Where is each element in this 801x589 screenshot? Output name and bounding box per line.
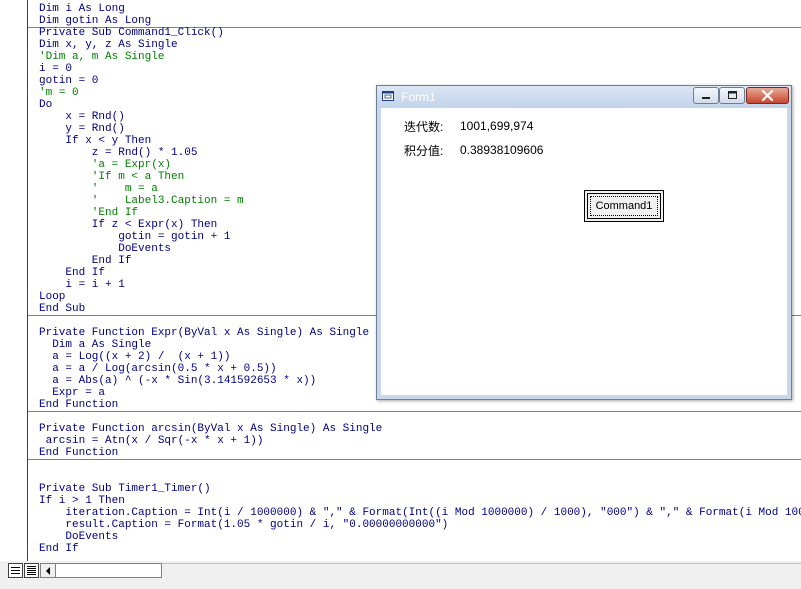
code-comment-line[interactable]: ' m = a (39, 183, 158, 195)
code-line[interactable]: Private Sub Timer1_Timer() (39, 483, 211, 495)
close-icon (761, 89, 774, 102)
iteration-label: 迭代数: (404, 120, 444, 134)
procedure-separator (28, 411, 801, 412)
close-button[interactable] (746, 87, 789, 104)
code-comment-line[interactable]: 'a = Expr(x) (39, 159, 171, 171)
code-line[interactable]: arcsin = Atn(x / Sqr(-x * x + 1)) (39, 435, 264, 447)
code-line[interactable]: a = Abs(a) ^ (-x * Sin(3.141592653 * x)) (39, 375, 316, 387)
procedure-separator (28, 459, 801, 460)
code-line[interactable]: If z < Expr(x) Then (39, 219, 217, 231)
code-line[interactable]: End Function (39, 399, 118, 411)
code-comment-line[interactable]: 'End If (39, 207, 138, 219)
code-line[interactable]: End Function (39, 447, 118, 459)
code-line[interactable]: y = Rnd() (39, 123, 124, 135)
result-label: 积分值: (404, 144, 444, 158)
code-comment-line[interactable]: 'm = 0 (39, 87, 79, 99)
code-line[interactable]: Dim i As Long (39, 3, 125, 15)
minimize-button[interactable] (693, 87, 719, 104)
code-comment-line[interactable]: 'Dim a, m As Single (39, 51, 164, 63)
form1-client-area[interactable]: 迭代数: 1001,699,974 积分值: 0.38938109606 Com… (381, 108, 787, 395)
code-line[interactable]: Dim gotin As Long (39, 15, 151, 27)
code-line[interactable]: End If (39, 267, 105, 279)
code-line[interactable]: i = i + 1 (39, 279, 124, 291)
code-line[interactable]: Loop (39, 291, 65, 303)
code-line[interactable]: Dim a As Single (39, 339, 151, 351)
code-line[interactable]: x = Rnd() (39, 111, 124, 123)
code-line[interactable]: End If (39, 255, 132, 267)
code-line[interactable]: If x < y Then (39, 135, 151, 147)
code-line[interactable]: End If (39, 543, 79, 555)
procedure-view-icon[interactable] (8, 563, 23, 578)
code-line[interactable]: a = Log((x + 2) / (x + 1)) (39, 351, 230, 363)
form1-titlebar[interactable]: Form1 (377, 86, 791, 108)
form1-window[interactable]: Form1 迭代数: 1001,699,974 积分值: 0.389381096… (376, 85, 792, 400)
full-module-view-icon[interactable] (24, 563, 39, 578)
code-line[interactable]: result.Caption = Format(1.05 * gotin / i… (39, 519, 448, 531)
result-value: 0.38938109606 (460, 143, 544, 157)
code-line[interactable]: Private Sub Command1_Click() (39, 27, 224, 39)
code-line[interactable]: DoEvents (39, 243, 171, 255)
code-line[interactable]: Expr = a (39, 387, 105, 399)
code-line[interactable]: Private Function Expr(ByVal x As Single)… (39, 327, 369, 339)
iteration-value: 1001,699,974 (460, 119, 534, 133)
command1-button[interactable]: Command1 (584, 190, 664, 222)
code-line[interactable]: a = a / Log(arcsin(0.5 * x + 0.5)) (39, 363, 276, 375)
code-comment-line[interactable]: 'If m < a Then (39, 171, 184, 183)
maximize-button[interactable] (719, 87, 745, 104)
minimize-icon (702, 97, 710, 99)
horizontal-scroll-track[interactable] (162, 563, 801, 578)
code-comment-line[interactable]: ' Label3.Caption = m (39, 195, 244, 207)
command1-label: Command1 (595, 200, 653, 212)
code-line[interactable]: iteration.Caption = Int(i / 1000000) & "… (39, 507, 801, 519)
code-window-bottom-bar (0, 561, 801, 589)
form1-title: Form1 (401, 90, 436, 104)
code-line[interactable]: If i > 1 Then (39, 495, 125, 507)
scroll-left-arrow-icon[interactable] (41, 564, 56, 577)
code-line[interactable]: z = Rnd() * 1.05 (39, 147, 198, 159)
code-line[interactable]: i = 0 (39, 63, 72, 75)
code-line[interactable]: gotin = gotin + 1 (39, 231, 230, 243)
maximize-icon (728, 91, 737, 99)
code-line[interactable]: Do (39, 99, 52, 111)
code-line[interactable]: gotin = 0 (39, 75, 98, 87)
code-margin[interactable] (0, 0, 28, 561)
code-line[interactable]: Dim x, y, z As Single (39, 39, 178, 51)
code-line[interactable]: DoEvents (39, 531, 118, 543)
horizontal-scrollbar[interactable] (40, 563, 162, 578)
form-icon (382, 91, 394, 101)
code-line[interactable]: End Sub (39, 303, 85, 315)
code-line[interactable]: Private Function arcsin(ByVal x As Singl… (39, 423, 382, 435)
